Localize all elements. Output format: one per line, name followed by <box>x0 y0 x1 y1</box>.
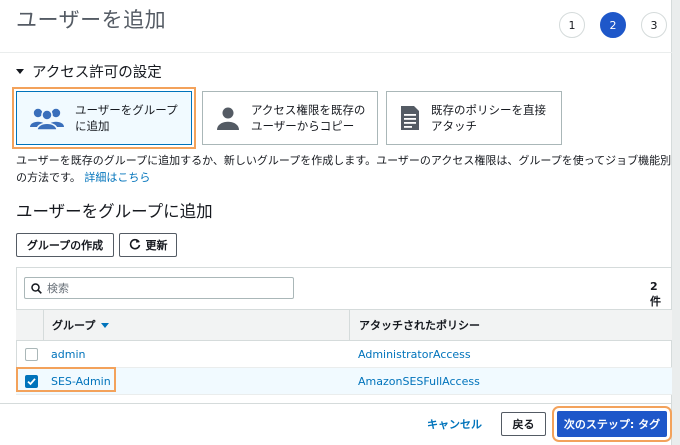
permissions-section-toggle[interactable]: アクセス許可の設定 <box>16 61 162 82</box>
option-label: ユーザーをグループに追加 <box>75 103 178 133</box>
scroll-rail <box>672 0 680 445</box>
table-header: グループ アタッチされたポリシー <box>16 309 672 341</box>
search-box[interactable] <box>24 277 294 299</box>
refresh-button[interactable]: 更新 <box>119 233 177 257</box>
refresh-icon <box>129 238 141 253</box>
description-line1: ユーザーを既存のグループに追加するか、新しいグループを作成します。ユーザーのアク… <box>16 154 672 167</box>
step-2-current[interactable]: 2 <box>600 12 626 38</box>
column-divider <box>43 310 44 340</box>
refresh-label: 更新 <box>145 239 168 252</box>
policy-link[interactable]: AdministratorAccess <box>358 341 471 367</box>
sort-down-icon <box>101 322 110 328</box>
column-header-group-label: グループ <box>52 319 96 332</box>
document-icon <box>399 105 421 131</box>
divider <box>0 52 672 53</box>
option-add-to-group[interactable]: ユーザーをグループに追加 <box>12 87 196 149</box>
create-group-label: グループの作成 <box>26 239 104 252</box>
description-line2: の方法です。 <box>16 171 81 184</box>
column-header-policy: アタッチされたポリシー <box>359 319 480 332</box>
page-title: ユーザーを追加 <box>16 8 167 32</box>
subsection-title: ユーザーをグループに追加 <box>16 202 213 221</box>
description: ユーザーを既存のグループに追加するか、新しいグループを作成します。ユーザーのアク… <box>16 152 672 186</box>
option-copy-permissions[interactable]: アクセス権限を既存のユーザーからコピー <box>202 91 378 145</box>
step-1[interactable]: 1 <box>559 12 585 38</box>
user-icon <box>215 105 241 131</box>
cancel-link[interactable]: キャンセル <box>427 416 482 432</box>
group-name-link[interactable]: admin <box>51 341 85 367</box>
wizard-steps: 1 2 3 <box>559 12 667 38</box>
result-count: 2 件 <box>650 280 661 308</box>
learn-more-link[interactable]: 詳細はこちら <box>84 171 150 184</box>
caret-down-icon <box>16 69 24 74</box>
column-divider <box>349 310 350 340</box>
option-label: アクセス権限を既存のユーザーからコピー <box>251 103 366 133</box>
policy-link[interactable]: AmazonSESFullAccess <box>358 368 480 394</box>
section-title: アクセス許可の設定 <box>32 65 162 81</box>
next-step-button[interactable]: 次のステップ: タグ <box>552 406 672 442</box>
step-3[interactable]: 3 <box>641 12 667 38</box>
column-header-group[interactable]: グループ <box>52 310 110 340</box>
table-row[interactable]: admin AdministratorAccess <box>16 341 672 368</box>
back-button[interactable]: 戻る <box>501 412 546 436</box>
users-group-icon <box>29 105 65 131</box>
footer-divider <box>0 403 672 404</box>
row-checkbox[interactable] <box>25 347 38 361</box>
content-frame: ユーザーを追加 1 2 3 アクセス許可の設定 ユーザーをグループに追加 アクセ… <box>0 0 672 445</box>
create-group-button[interactable]: グループの作成 <box>16 233 114 257</box>
selection-highlight <box>16 367 116 392</box>
search-icon <box>31 279 42 298</box>
option-label: 既存のポリシーを直接アタッチ <box>431 103 546 133</box>
option-attach-policies[interactable]: 既存のポリシーを直接アタッチ <box>386 91 562 145</box>
search-input[interactable] <box>47 281 277 295</box>
